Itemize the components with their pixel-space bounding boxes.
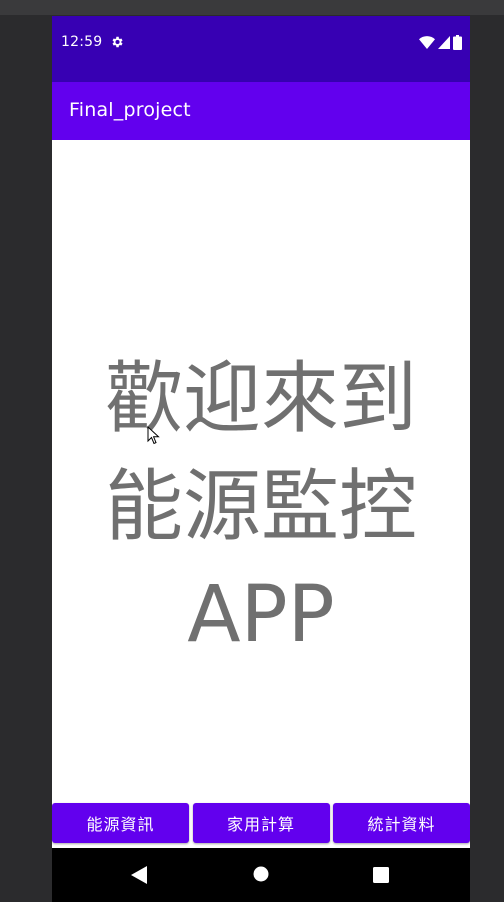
app-title: Final_project [69, 99, 191, 121]
welcome-line-1: 歡迎來到 [104, 354, 417, 444]
system-navigation-bar [52, 848, 470, 902]
battery-icon [453, 34, 462, 50]
emulator-top-edge [0, 0, 504, 15]
phone-screen: 12:59 Final_project 歡迎來到 能源監控 APP 能源資訊 家… [52, 16, 470, 902]
gear-icon [112, 36, 123, 48]
status-icons [419, 34, 462, 50]
mouse-cursor-icon [147, 426, 160, 445]
welcome-line-3: APP [187, 570, 335, 660]
home-icon[interactable] [253, 866, 269, 882]
welcome-line-2: 能源監控 [104, 462, 417, 552]
wifi-icon [419, 35, 435, 49]
main-content: 歡迎來到 能源監控 APP [52, 140, 470, 803]
back-icon[interactable] [131, 866, 147, 884]
energy-info-button[interactable]: 能源資訊 [52, 803, 189, 843]
statistics-button[interactable]: 統計資料 [333, 803, 470, 843]
status-time: 12:59 [61, 34, 103, 50]
app-bar: Final_project [52, 82, 470, 140]
home-calculation-button[interactable]: 家用計算 [192, 803, 330, 843]
welcome-message: 歡迎來到 能源監控 APP [52, 345, 470, 669]
status-bar: 12:59 [52, 16, 470, 82]
recents-icon[interactable] [373, 867, 389, 883]
bottom-button-row: 能源資訊 家用計算 統計資料 [52, 802, 470, 844]
cellular-signal-icon [438, 35, 450, 49]
